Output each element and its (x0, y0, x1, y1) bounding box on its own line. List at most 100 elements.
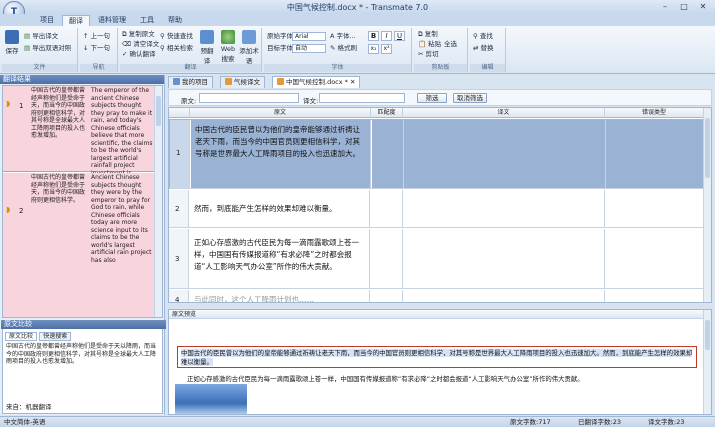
pretranslate-icon (200, 30, 214, 44)
tab-quick-search[interactable]: 快速搜索 (39, 332, 72, 341)
copy-icon: ⧉ (122, 30, 129, 38)
replace-button[interactable]: ⇄ 替换 (473, 44, 494, 53)
copy-source-button[interactable]: ⧉ 复制原文 (122, 30, 155, 39)
source-filter-input[interactable] (199, 93, 299, 103)
web-search-button[interactable]: Web搜索 (218, 30, 238, 63)
tab-corpus[interactable]: 语料管理 (92, 15, 132, 26)
segment-error (605, 190, 704, 227)
confirm-translation-button[interactable]: ✓ 确认翻译 (122, 50, 156, 59)
search-icon: ⚲ (160, 32, 167, 40)
tab-translate[interactable]: 翻译 (62, 15, 90, 26)
target-column-header[interactable]: 译文 (403, 108, 605, 118)
filter-button[interactable]: 筛选 (417, 93, 447, 103)
pretranslate-button[interactable]: 预翻译 (198, 30, 216, 65)
filter-bar: 原文: 译文: 筛选 取消筛选 (168, 89, 712, 106)
preview-paragraph-current[interactable]: 中国古代的臣民曾以为他们的皇帝能够通过祈祷让老天下雨，而当今的中国官员则更相信科… (177, 346, 697, 368)
underline-button[interactable]: U (394, 31, 405, 41)
target-size-select[interactable]: 自动 (292, 44, 326, 53)
next-segment-button[interactable]: ↓ 下一句 (83, 44, 110, 53)
export-bilingual-icon: ▤ (24, 44, 33, 52)
document-tabs: 我的项目 气候译文 中国气候控制.docx * ✕ (168, 76, 712, 88)
tab-compare[interactable]: 原文比较 (5, 332, 38, 341)
superscript-button[interactable]: x² (381, 44, 392, 54)
font-dialog-button[interactable]: A 字体... (330, 32, 356, 41)
segment-row[interactable]: 3 正如心存感激的古代臣民为每一滴雨露歌颂上苍一样，中国国有传媒报道称“有求必降… (169, 229, 704, 289)
scroll-thumb[interactable] (705, 320, 710, 350)
result-number: 2 (19, 207, 24, 215)
result-row[interactable]: ◗ 1 中国古代的皇帝都曾经声称他们是受命于天，而当今的中国政府则更相信科学，对… (3, 86, 155, 184)
error-column-header[interactable]: 错误类型 (605, 108, 704, 118)
doc-tab-active[interactable]: 中国气候控制.docx * ✕ (272, 76, 361, 88)
segment-target[interactable] (403, 190, 605, 227)
segment-number: 2 (169, 190, 189, 227)
subscript-button[interactable]: x₂ (368, 44, 379, 54)
segment-match (371, 290, 403, 302)
source-font-label: 原始字体 (267, 32, 293, 40)
fast-search-button[interactable]: ⚲ 快速查找 (160, 32, 193, 41)
copy-button[interactable]: ⧉ 复制 (418, 30, 438, 39)
group-file-label: 文件 (2, 64, 77, 72)
segment-target[interactable] (403, 229, 605, 288)
segment-match (371, 190, 403, 227)
export-translation-button[interactable]: ▤ 导出译文 (24, 32, 58, 41)
cut-button[interactable]: ✂ 剪切 (418, 50, 439, 59)
group-translate-label: 翻译 (120, 64, 261, 72)
group-font-label: 字体 (264, 64, 411, 72)
source-column-header[interactable]: 原文 (190, 108, 371, 118)
save-button[interactable]: 保存 (4, 30, 20, 55)
target-filter-input[interactable] (319, 93, 405, 103)
minimize-button[interactable]: – (656, 1, 674, 12)
cancel-filter-button[interactable]: 取消筛选 (453, 93, 487, 103)
status-target-chars: 译文字数:23 (648, 418, 685, 426)
scroll-thumb[interactable] (156, 96, 161, 126)
up-arrow-icon: ↑ (83, 32, 91, 40)
doc-tab-project[interactable]: 我的项目 (168, 76, 213, 88)
tab-tools[interactable]: 工具 (134, 15, 160, 26)
copy-icon: ⧉ (418, 30, 425, 38)
format-painter-button[interactable]: ✎ 格式刷 (330, 44, 357, 53)
tab-help[interactable]: 帮助 (162, 15, 188, 26)
result-row[interactable]: ◗ 2 中国古代的皇帝都曾经声称他们是受命于天，而当今的中国政府则更相信科学。 … (3, 173, 155, 317)
italic-button[interactable]: I (381, 31, 392, 41)
down-arrow-icon: ↓ (83, 44, 91, 52)
match-column-header[interactable]: 匹配度 (371, 108, 403, 118)
find-button[interactable]: ⚲ 查找 (473, 32, 493, 41)
doc-tab-climate[interactable]: 气候译文 (220, 76, 265, 88)
translation-results-pane: 翻译结果 ◗ 1 中国古代的皇帝都曾经声称他们是受命于天，而当今的中国政府则更相… (0, 75, 166, 415)
select-all-button[interactable]: 全选 (444, 40, 457, 49)
close-tab-icon[interactable]: ✕ (350, 78, 355, 86)
prev-segment-button[interactable]: ↑ 上一句 (83, 32, 110, 41)
preview-header: 原文预览 (169, 310, 711, 319)
close-button[interactable]: ✕ (694, 1, 712, 12)
preview-paragraph: 正如心存感激的古代臣民为每一滴雨露歌颂上苍一样，中国国有传媒报道称“有求必降”之… (187, 375, 584, 383)
bold-button[interactable]: B (368, 31, 379, 41)
pane-splitter[interactable] (168, 304, 712, 308)
clear-icon: ⌫ (122, 40, 134, 48)
segment-row[interactable]: 2 然而，到底能产生怎样的效果却难以衡量。 (169, 190, 704, 228)
segment-source: 然而，到底能产生怎样的效果却难以衡量。 (190, 190, 370, 227)
paste-button[interactable]: 📋 粘贴 (418, 40, 441, 49)
clear-target-button[interactable]: ⌫ 清空译文 (122, 40, 159, 49)
segment-match (372, 120, 404, 188)
add-term-icon (242, 30, 256, 44)
source-font-select[interactable]: Arial (292, 32, 326, 41)
add-term-button[interactable]: 添加术语 (238, 30, 260, 65)
segment-row[interactable]: 1 中国古代的臣民曾以为他们的皇帝能够通过祈祷让老天下雨，而当今的中国官员则更相… (169, 119, 705, 189)
results-scrollbar[interactable] (154, 86, 162, 317)
scroll-thumb[interactable] (705, 118, 710, 178)
preview-scrollbar[interactable] (703, 310, 711, 414)
segment-target[interactable] (403, 290, 605, 302)
segment-source: 正如心存感激的古代臣民为每一滴雨露歌颂上苍一样，中国国有传媒报道称“有求必降”之… (190, 229, 370, 288)
export-bilingual-button[interactable]: ▤ 导出双语对照 (24, 44, 71, 53)
find-icon: ⚲ (473, 32, 480, 40)
result-number: 1 (19, 102, 24, 110)
grid-scrollbar[interactable] (703, 108, 711, 302)
segment-row[interactable]: 4 与此同时，这个人工降雨计划也…… (169, 290, 704, 302)
maximize-button[interactable]: □ (675, 1, 693, 12)
tm-search-button[interactable]: ⚲ 相关检索 (160, 44, 193, 53)
globe-icon (221, 30, 235, 44)
segment-target[interactable] (404, 120, 606, 188)
tab-project[interactable]: 项目 (34, 15, 60, 26)
export-icon: ▤ (24, 32, 33, 40)
check-icon: ✓ (122, 50, 130, 58)
